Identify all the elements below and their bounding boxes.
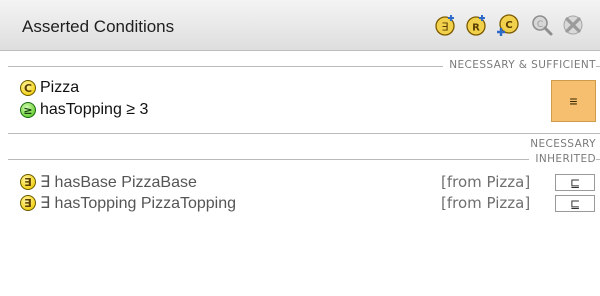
subclass-operator-box[interactable]: ⊑ — [555, 195, 595, 212]
condition-text: Pizza — [40, 79, 80, 96]
equivalent-operator-box[interactable]: ≡ — [551, 80, 596, 122]
find-usage-button[interactable]: C — [530, 13, 554, 37]
add-named-class-icon: R — [465, 13, 489, 37]
panel-title: Asserted Conditions — [22, 17, 175, 36]
search-icon: C — [530, 13, 554, 37]
subclass-operator-box[interactable]: ⊑ — [555, 174, 595, 191]
inherited-source: [from Pizza] — [441, 173, 531, 191]
svg-text:∃: ∃ — [442, 21, 449, 34]
add-anonymous-class-icon: C — [496, 13, 520, 37]
section-divider — [8, 133, 600, 134]
condition-text: ∃ hasBase PizzaBase — [40, 174, 197, 191]
section-label-necessary-sufficient: NECESSARY & SUFFICIENT — [443, 59, 596, 71]
named-class-icon: C — [20, 80, 36, 96]
cardinality-restriction-icon: ≥ — [20, 102, 36, 118]
section-label-inherited: INHERITED — [529, 153, 596, 165]
inherited-condition-row[interactable]: ∃ ∃ hasTopping PizzaTopping — [20, 193, 236, 213]
add-restriction-icon: ∃ — [434, 13, 458, 37]
condition-text: ∃ hasTopping PizzaTopping — [40, 195, 237, 212]
asserted-conditions-panel: Asserted Conditions ∃ R C C NECESSARY & … — [0, 0, 600, 296]
section-label-necessary: NECESSARY — [524, 138, 596, 150]
delete-icon — [561, 13, 585, 37]
add-restriction-button[interactable]: ∃ — [434, 13, 458, 37]
section-divider — [8, 159, 600, 160]
svg-text:C: C — [505, 20, 512, 31]
existential-restriction-icon: ∃ — [20, 195, 36, 211]
inherited-condition-row[interactable]: ∃ ∃ hasBase PizzaBase — [20, 172, 197, 192]
condition-text: hasTopping ≥ 3 — [40, 101, 149, 118]
svg-text:C: C — [537, 20, 543, 30]
condition-row[interactable]: C Pizza — [20, 78, 79, 98]
svg-text:R: R — [472, 23, 480, 34]
add-named-class-button[interactable]: R — [465, 13, 489, 37]
existential-restriction-icon: ∃ — [20, 174, 36, 190]
delete-condition-button[interactable] — [561, 13, 585, 37]
panel-header: Asserted Conditions ∃ R C C — [0, 0, 600, 51]
add-anonymous-class-button[interactable]: C — [496, 13, 520, 37]
condition-row[interactable]: ≥ hasTopping ≥ 3 — [20, 100, 148, 120]
inherited-source: [from Pizza] — [441, 194, 531, 212]
